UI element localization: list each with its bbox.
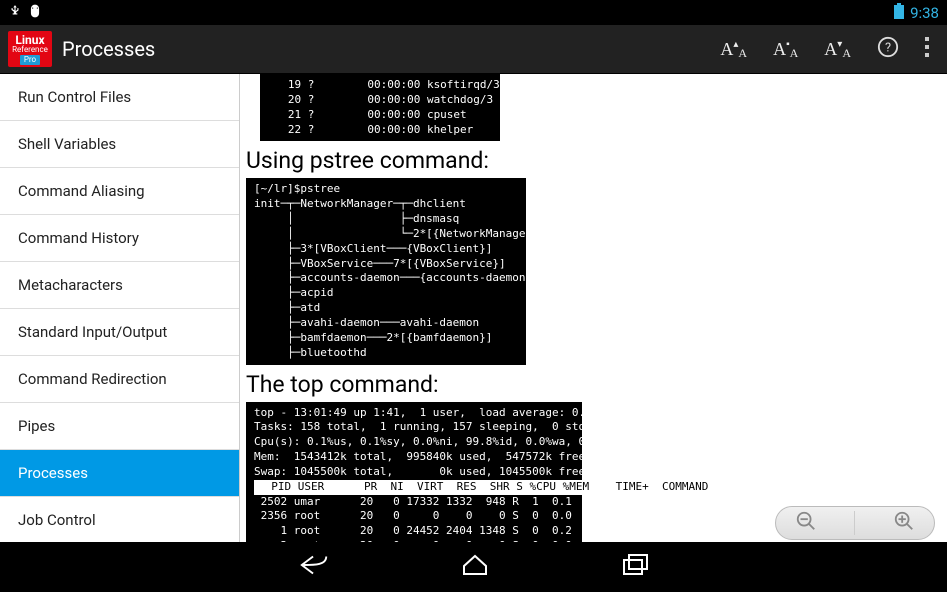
terminal-output-ps: 19 ? 00:00:00 ksoftirqd/3 20 ? 00:00:00 … <box>260 74 500 141</box>
zoom-divider <box>854 511 855 535</box>
sidebar-item-command-history[interactable]: Command History <box>0 215 239 262</box>
zoom-control <box>775 506 935 540</box>
sidebar-item-command-aliasing[interactable]: Command Aliasing <box>0 168 239 215</box>
sidebar-item-metacharacters[interactable]: Metacharacters <box>0 262 239 309</box>
recents-button[interactable] <box>620 552 650 582</box>
font-reset-button[interactable]: A▪A <box>773 39 798 60</box>
sidebar-item-pipes[interactable]: Pipes <box>0 403 239 450</box>
section-heading-top: The top command: <box>246 371 941 398</box>
terminal-output-top: top - 13:01:49 up 1:41, 1 user, load ave… <box>246 402 582 543</box>
app-bar: Linux Reference Pro Processes A▴A A▪A A▾… <box>0 25 947 74</box>
sidebar[interactable]: Run Control FilesShell VariablesCommand … <box>0 74 240 542</box>
android-status-bar: 9:38 <box>0 0 947 25</box>
terminal-output-pstree: [~/lr]$pstree init─┬─NetworkManager─┬─dh… <box>246 178 526 364</box>
battery-icon <box>894 3 904 23</box>
home-button[interactable] <box>460 552 490 582</box>
sidebar-item-run-control-files[interactable]: Run Control Files <box>0 74 239 121</box>
main-content[interactable]: 19 ? 00:00:00 ksoftirqd/3 20 ? 00:00:00 … <box>240 74 947 542</box>
sidebar-item-shell-variables[interactable]: Shell Variables <box>0 121 239 168</box>
debug-icon <box>28 4 42 22</box>
sidebar-item-job-control[interactable]: Job Control <box>0 497 239 542</box>
app-logo[interactable]: Linux Reference Pro <box>8 31 52 67</box>
zoom-in-button[interactable] <box>893 510 915 537</box>
sidebar-item-standard-input-output[interactable]: Standard Input/Output <box>0 309 239 356</box>
back-button[interactable] <box>298 552 330 582</box>
zoom-out-button[interactable] <box>795 510 817 537</box>
font-size-large-button[interactable]: A▴A <box>720 39 747 60</box>
sidebar-item-processes[interactable]: Processes <box>0 450 239 497</box>
section-heading-pstree: Using pstree command: <box>246 147 941 174</box>
sidebar-item-command-redirection[interactable]: Command Redirection <box>0 356 239 403</box>
help-button[interactable]: ? <box>877 36 899 63</box>
android-nav-bar <box>0 542 947 592</box>
font-size-small-button[interactable]: A▾A <box>824 39 851 60</box>
usb-icon <box>8 4 22 22</box>
overflow-menu-button[interactable] <box>925 37 931 62</box>
clock: 9:38 <box>910 4 939 22</box>
app-title: Processes <box>62 37 720 61</box>
svg-text:?: ? <box>885 40 891 55</box>
